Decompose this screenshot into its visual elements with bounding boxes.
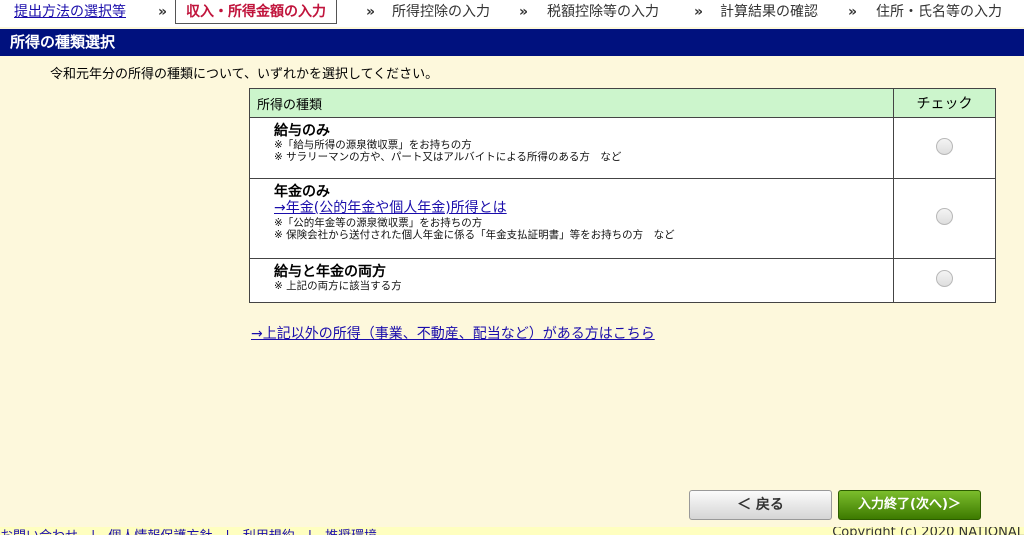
option-note: ※「公的年金等の源泉徴収票」をお持ちの方 [274, 217, 483, 229]
option-title: 給与と年金の両方 [274, 264, 386, 280]
other-income-link[interactable]: →上記以外の所得（事業、不動産、配当など）がある方はこちら [251, 323, 655, 343]
option-note: ※ サラリーマンの方や、パート又はアルバイトによる所得のある方 など [274, 151, 622, 163]
footer: お問い合わせ | 個人情報保護方針 | 利用規約 | 推奨環境 Copyrigh… [0, 527, 1024, 535]
option-title: 給与のみ [274, 123, 330, 139]
breadcrumb-separator: » [694, 4, 704, 20]
option-note: ※「給与所得の源泉徴収票」をお持ちの方 [274, 139, 472, 151]
back-button[interactable]: ＜ 戻る [689, 490, 832, 520]
table-header-row: 所得の種類 チェック [249, 88, 996, 118]
option-row-pension-only: 年金のみ →年金(公的年金や個人年金)所得とは ※「公的年金等の源泉徴収票」をお… [249, 178, 996, 259]
header-income-type: 所得の種類 [249, 88, 894, 118]
option-note: ※ 保険会社から送付された個人年金に係る「年金支払証明書」等をお持ちの方 など [274, 229, 675, 241]
section-title-bar: 所得の種類選択 [0, 29, 1024, 56]
breadcrumb-step-address-name-input: 住所・氏名等の入力 [876, 4, 1002, 20]
option-row-salary-and-pension: 給与と年金の両方 ※ 上記の両方に該当する方 [249, 258, 996, 303]
breadcrumb-separator: » [519, 4, 529, 20]
section-title: 所得の種類選択 [10, 33, 116, 51]
footer-links[interactable]: お問い合わせ | 個人情報保護方針 | 利用規約 | 推奨環境 [0, 527, 377, 535]
breadcrumb-step-tax-credit-input: 税額控除等の入力 [547, 4, 659, 20]
option-note: ※ 上記の両方に該当する方 [274, 280, 402, 292]
pension-income-info-link[interactable]: →年金(公的年金や個人年金)所得とは [274, 200, 893, 217]
income-type-table: 所得の種類 チェック 給与のみ ※「給与所得の源泉徴収票」をお持ちの方 ※ サラ… [249, 88, 996, 303]
breadcrumb-step-income-input-current: 収入・所得金額の入力 [175, 0, 337, 24]
option-title: 年金のみ [274, 184, 330, 200]
radio-pension-only[interactable] [936, 208, 953, 225]
instruction-text: 令和元年分の所得の種類について、いずれかを選択してください。 [50, 67, 439, 82]
breadcrumb-step-result-check: 計算結果の確認 [720, 4, 818, 20]
option-cell: 給与と年金の両方 ※ 上記の両方に該当する方 [249, 258, 894, 303]
radio-salary-only[interactable] [936, 137, 953, 155]
breadcrumb-step-submission-method[interactable]: 提出方法の選択等 [14, 0, 126, 27]
breadcrumb-step-deduction-input: 所得控除の入力 [392, 4, 490, 20]
breadcrumb-separator: » [366, 4, 376, 20]
copyright-text: Copyright (c) 2020 NATIONAL [832, 527, 1024, 535]
option-cell: 給与のみ ※「給与所得の源泉徴収票」をお持ちの方 ※ サラリーマンの方や、パート… [249, 117, 894, 179]
radio-salary-and-pension[interactable] [936, 270, 953, 287]
header-check: チェック [893, 88, 996, 118]
next-button[interactable]: 入力終了(次へ)＞ [838, 490, 981, 520]
option-cell: 年金のみ →年金(公的年金や個人年金)所得とは ※「公的年金等の源泉徴収票」をお… [249, 178, 894, 259]
breadcrumb-separator: » [158, 4, 168, 20]
radio-cell [893, 117, 996, 179]
breadcrumb-separator: » [848, 4, 858, 20]
radio-cell [893, 258, 996, 303]
breadcrumb: 提出方法の選択等 » 収入・所得金額の入力 » 所得控除の入力 » 税額控除等の… [0, 0, 1024, 27]
option-row-salary-only: 給与のみ ※「給与所得の源泉徴収票」をお持ちの方 ※ サラリーマンの方や、パート… [249, 117, 996, 179]
radio-cell [893, 178, 996, 259]
